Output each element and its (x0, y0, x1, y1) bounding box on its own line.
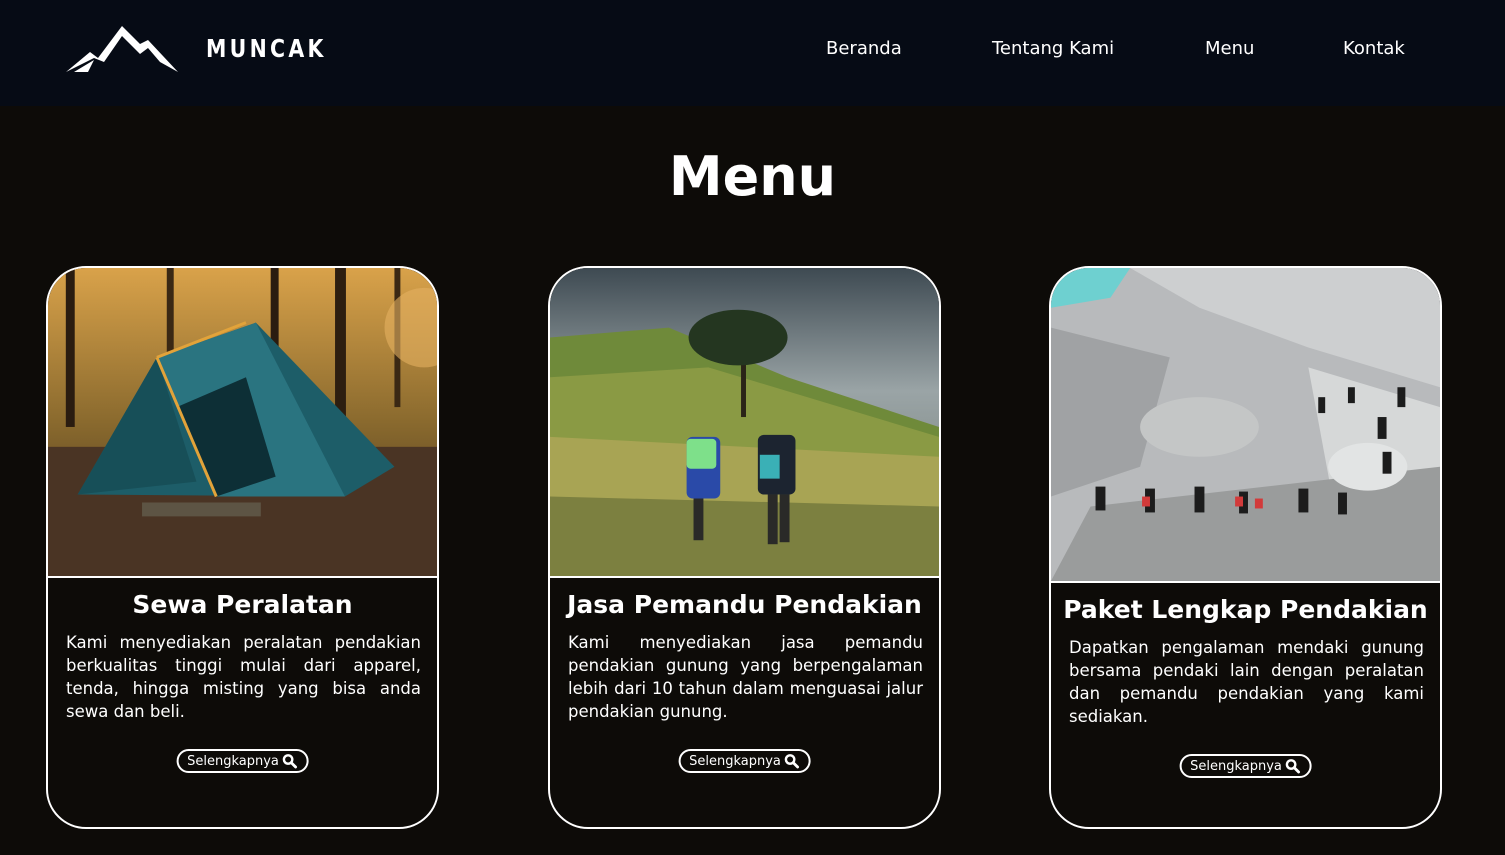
nav-links: Beranda Tentang Kami Menu Kontak (0, 38, 1505, 64)
nav-tentang-kami[interactable]: Tentang Kami (992, 38, 1114, 59)
volcanic-rocks-hikers-image (1051, 268, 1440, 583)
navbar: MUNCAK Beranda Tentang Kami Menu Kontak (0, 0, 1505, 106)
search-icon (784, 753, 800, 769)
search-icon (282, 753, 298, 769)
page-title: Menu (668, 145, 837, 208)
button-label: Selengkapnya (689, 753, 781, 769)
camping-tent-image (48, 268, 437, 578)
selengkapnya-button[interactable]: Selengkapnya (176, 749, 309, 773)
card-description: Kami menyediakan jasa pemandu pendakian … (568, 633, 923, 721)
card-description: Kami menyediakan peralatan pendakian ber… (66, 633, 421, 721)
card-title: Jasa Pemandu Pendakian (567, 590, 922, 619)
search-icon (1285, 758, 1301, 774)
nav-menu[interactable]: Menu (1205, 38, 1254, 59)
nav-beranda[interactable]: Beranda (826, 38, 902, 59)
hikers-grassy-hill-image (550, 268, 939, 578)
selengkapnya-button[interactable]: Selengkapnya (678, 749, 811, 773)
card-title: Paket Lengkap Pendakian (1063, 595, 1428, 624)
service-card-paket-lengkap: Paket Lengkap Pendakian Dapatkan pengala… (1049, 266, 1442, 829)
service-card-sewa-peralatan: Sewa Peralatan Kami menyediakan peralata… (46, 266, 439, 829)
selengkapnya-button[interactable]: Selengkapnya (1179, 754, 1312, 778)
button-label: Selengkapnya (1190, 758, 1282, 774)
service-card-jasa-pemandu: Jasa Pemandu Pendakian Kami menyediakan … (548, 266, 941, 829)
nav-kontak[interactable]: Kontak (1343, 38, 1405, 59)
card-description: Dapatkan pengalaman mendaki gunung bersa… (1069, 638, 1424, 726)
card-title: Sewa Peralatan (132, 590, 353, 619)
button-label: Selengkapnya (187, 753, 279, 769)
